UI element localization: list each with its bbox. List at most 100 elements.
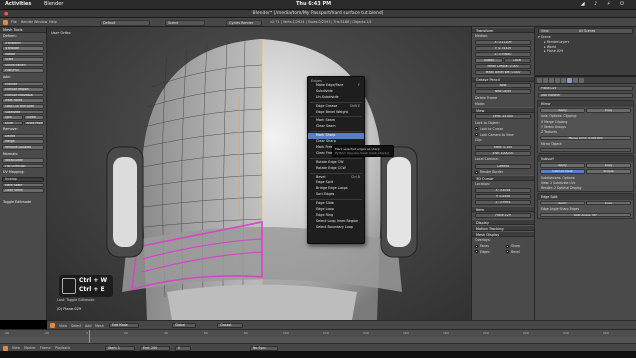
copy-button[interactable]: Copy (586, 200, 631, 206)
tool-remove-doubles[interactable]: Remove Doubles (2, 145, 44, 150)
cursor-y-field[interactable]: Y: 0.4456 (475, 194, 531, 200)
apply-button[interactable]: Apply (540, 200, 585, 206)
tool-push-pull[interactable]: Push/Pull (2, 68, 44, 74)
tool-knife-project[interactable]: Knife Project (23, 120, 44, 126)
outliner-item-object[interactable]: ▸ Plane.029 (538, 49, 633, 54)
overlay-edges[interactable]: Edges (472, 249, 503, 255)
tool-screw[interactable]: Screw (23, 115, 44, 120)
tool-mark-seam[interactable]: Mark Seam (2, 182, 44, 188)
grease-pencil-header[interactable]: Grease Pencil (472, 76, 534, 83)
tool-loop-cut[interactable]: Loop Cut and Slide (2, 103, 44, 109)
grease-new-layer-button[interactable]: New Layer (475, 89, 531, 95)
camera-field[interactable]: Camera (475, 163, 531, 169)
menu-render[interactable]: Render (21, 20, 33, 24)
tool-clear-seam[interactable]: Clear Seam (2, 188, 44, 193)
menu-item-sort-edges[interactable]: Sort Edges (308, 192, 364, 198)
mean-crease-field[interactable]: Mean Crease: 0.000 (475, 64, 531, 70)
end-frame-field[interactable]: End: 250 (140, 345, 170, 351)
timeline-playback-menu[interactable]: Playback (55, 346, 70, 350)
copy-button[interactable]: Copy (586, 108, 631, 113)
cursor-z-field[interactable]: Z: 0.9993 (475, 200, 531, 206)
menu-file[interactable]: File (11, 20, 17, 24)
timeline-marker-menu[interactable]: Marker (24, 346, 36, 350)
view-panel-header[interactable]: View (472, 107, 534, 114)
tool-shrink-fatten[interactable]: Shrink/Fatten (2, 62, 44, 68)
tool-extrude-individual[interactable]: Extrude Individual (2, 92, 44, 98)
item-name-field[interactable]: Plane.029 (475, 213, 531, 219)
add-menu[interactable]: Add (85, 324, 92, 328)
mirror-object-field[interactable] (540, 147, 631, 153)
select-menu[interactable]: Select (71, 324, 81, 328)
start-frame-field[interactable]: Start: 1 (105, 345, 135, 351)
tool-inset[interactable]: Inset Faces (2, 98, 44, 103)
cursor-x-field[interactable]: X: 0.8764 (475, 188, 531, 194)
median-x-field[interactable]: X: 0.11109 (475, 40, 531, 46)
menu-item-select-boundary-loop[interactable]: Select Boundary Loop (308, 225, 364, 231)
tool-translate[interactable]: Translate (2, 46, 44, 51)
simple-tab[interactable]: Simple (586, 169, 631, 174)
timeline-view-menu[interactable]: View (12, 346, 20, 350)
object-name-field[interactable]: Plane.029 (538, 86, 633, 91)
modifier-header[interactable]: Edge Split (538, 193, 633, 200)
split-angle-field[interactable]: Split Angle: 30° (540, 212, 631, 218)
3d-viewport[interactable]: User Ortho Ctrl + W Ctrl + E Last: Toggl… (47, 27, 471, 320)
tool-recalculate[interactable]: Recalculate (2, 158, 44, 163)
menu-item-rotate-edge-ccw[interactable]: Rotate Edge CCW (308, 166, 364, 172)
grease-new-button[interactable]: New (475, 83, 531, 89)
current-frame-marker[interactable] (89, 330, 90, 344)
modifier-option[interactable]: Z Textures (538, 129, 633, 134)
merge-limit-field[interactable]: Merge Limit: 0.001000 (540, 135, 631, 141)
material-tab-icon[interactable] (579, 78, 584, 83)
lens-field[interactable]: Lens: 35.000 (475, 114, 531, 120)
local-toggle[interactable]: Local (503, 58, 531, 64)
modifiers-tab-icon[interactable] (567, 78, 572, 83)
timeline[interactable]: -40 -20 0 20 40 60 80 100 120 140 160 18… (0, 329, 636, 344)
mode-selector[interactable]: Edit Mode (109, 323, 139, 328)
layout-selector[interactable]: Default (100, 19, 150, 26)
toggle-editmode-panel[interactable]: Toggle Editmode (0, 199, 46, 206)
mesh-menu[interactable]: Mesh (95, 324, 104, 328)
sync-mode-selector[interactable]: No Sync (250, 345, 278, 351)
current-frame-field[interactable]: 0 (175, 345, 191, 351)
menu-item-clear-seam[interactable]: Clear Seam (308, 124, 364, 130)
add-modifier-dropdown[interactable]: Add Modifier (538, 93, 633, 98)
object-tab-icon[interactable] (555, 78, 560, 83)
tool-subdivide[interactable]: Subdivide (2, 109, 44, 115)
tool-flip-direction[interactable]: Flip Direction (2, 163, 44, 169)
world-tab-icon[interactable] (549, 78, 554, 83)
snap-target-selector[interactable]: Closest (217, 323, 243, 328)
scene-selector[interactable]: Scene (165, 19, 205, 26)
tool-rotate[interactable]: Rotate (2, 51, 44, 57)
modifier-option[interactable]: Render: 2 Optimal Display (538, 185, 633, 190)
menu-window[interactable]: Window (34, 20, 47, 24)
menu-help[interactable]: Help (49, 20, 57, 24)
clock[interactable]: Thu 6:43 PM (296, 1, 331, 7)
editor-type-icon[interactable] (50, 323, 55, 328)
copy-button[interactable]: Copy (586, 163, 631, 169)
clip-end-field[interactable]: End: 1000.00 (475, 150, 531, 156)
view-menu[interactable]: View (59, 324, 67, 328)
global-toggle[interactable]: Global (475, 58, 503, 64)
median-z-field[interactable]: Z: 0.99880 (475, 52, 531, 58)
activities-button[interactable]: Activities (5, 1, 31, 7)
timeline-frame-menu[interactable]: Frame (40, 346, 51, 350)
timeline-ruler[interactable]: -40 -20 0 20 40 60 80 100 120 140 160 18… (0, 330, 636, 337)
render-engine-selector[interactable]: Cycles Render (226, 19, 262, 26)
tool-transform[interactable]: Transform: (2, 40, 44, 46)
tool-merge[interactable]: Merge (2, 139, 44, 144)
tool-extrude-region[interactable]: Extrude Region (2, 87, 44, 92)
app-name-label[interactable]: Blender (44, 1, 63, 7)
system-tray-icons[interactable]: ◢ ♪ ⚡ ⏻ (581, 1, 628, 7)
median-y-field[interactable]: Y: 0.74329 (475, 46, 531, 52)
apply-button[interactable]: Apply (540, 163, 585, 169)
tool-spin[interactable]: Spin (2, 115, 23, 120)
editor-type-icon[interactable] (3, 345, 8, 351)
outliner-display-mode[interactable]: All Scenes (579, 29, 595, 33)
catmull-clark-tab[interactable]: Catmull-Clark (540, 169, 585, 174)
transform-orientation[interactable]: Global (172, 323, 196, 328)
menu-item-un-subdivide[interactable]: Un-Subdivide (308, 95, 364, 101)
overlay-bevel[interactable]: Bevel (503, 249, 534, 255)
render-tab-icon[interactable] (537, 78, 542, 83)
data-tab-icon[interactable] (573, 78, 578, 83)
tool-unwrap[interactable]: Unwrap (2, 176, 44, 182)
